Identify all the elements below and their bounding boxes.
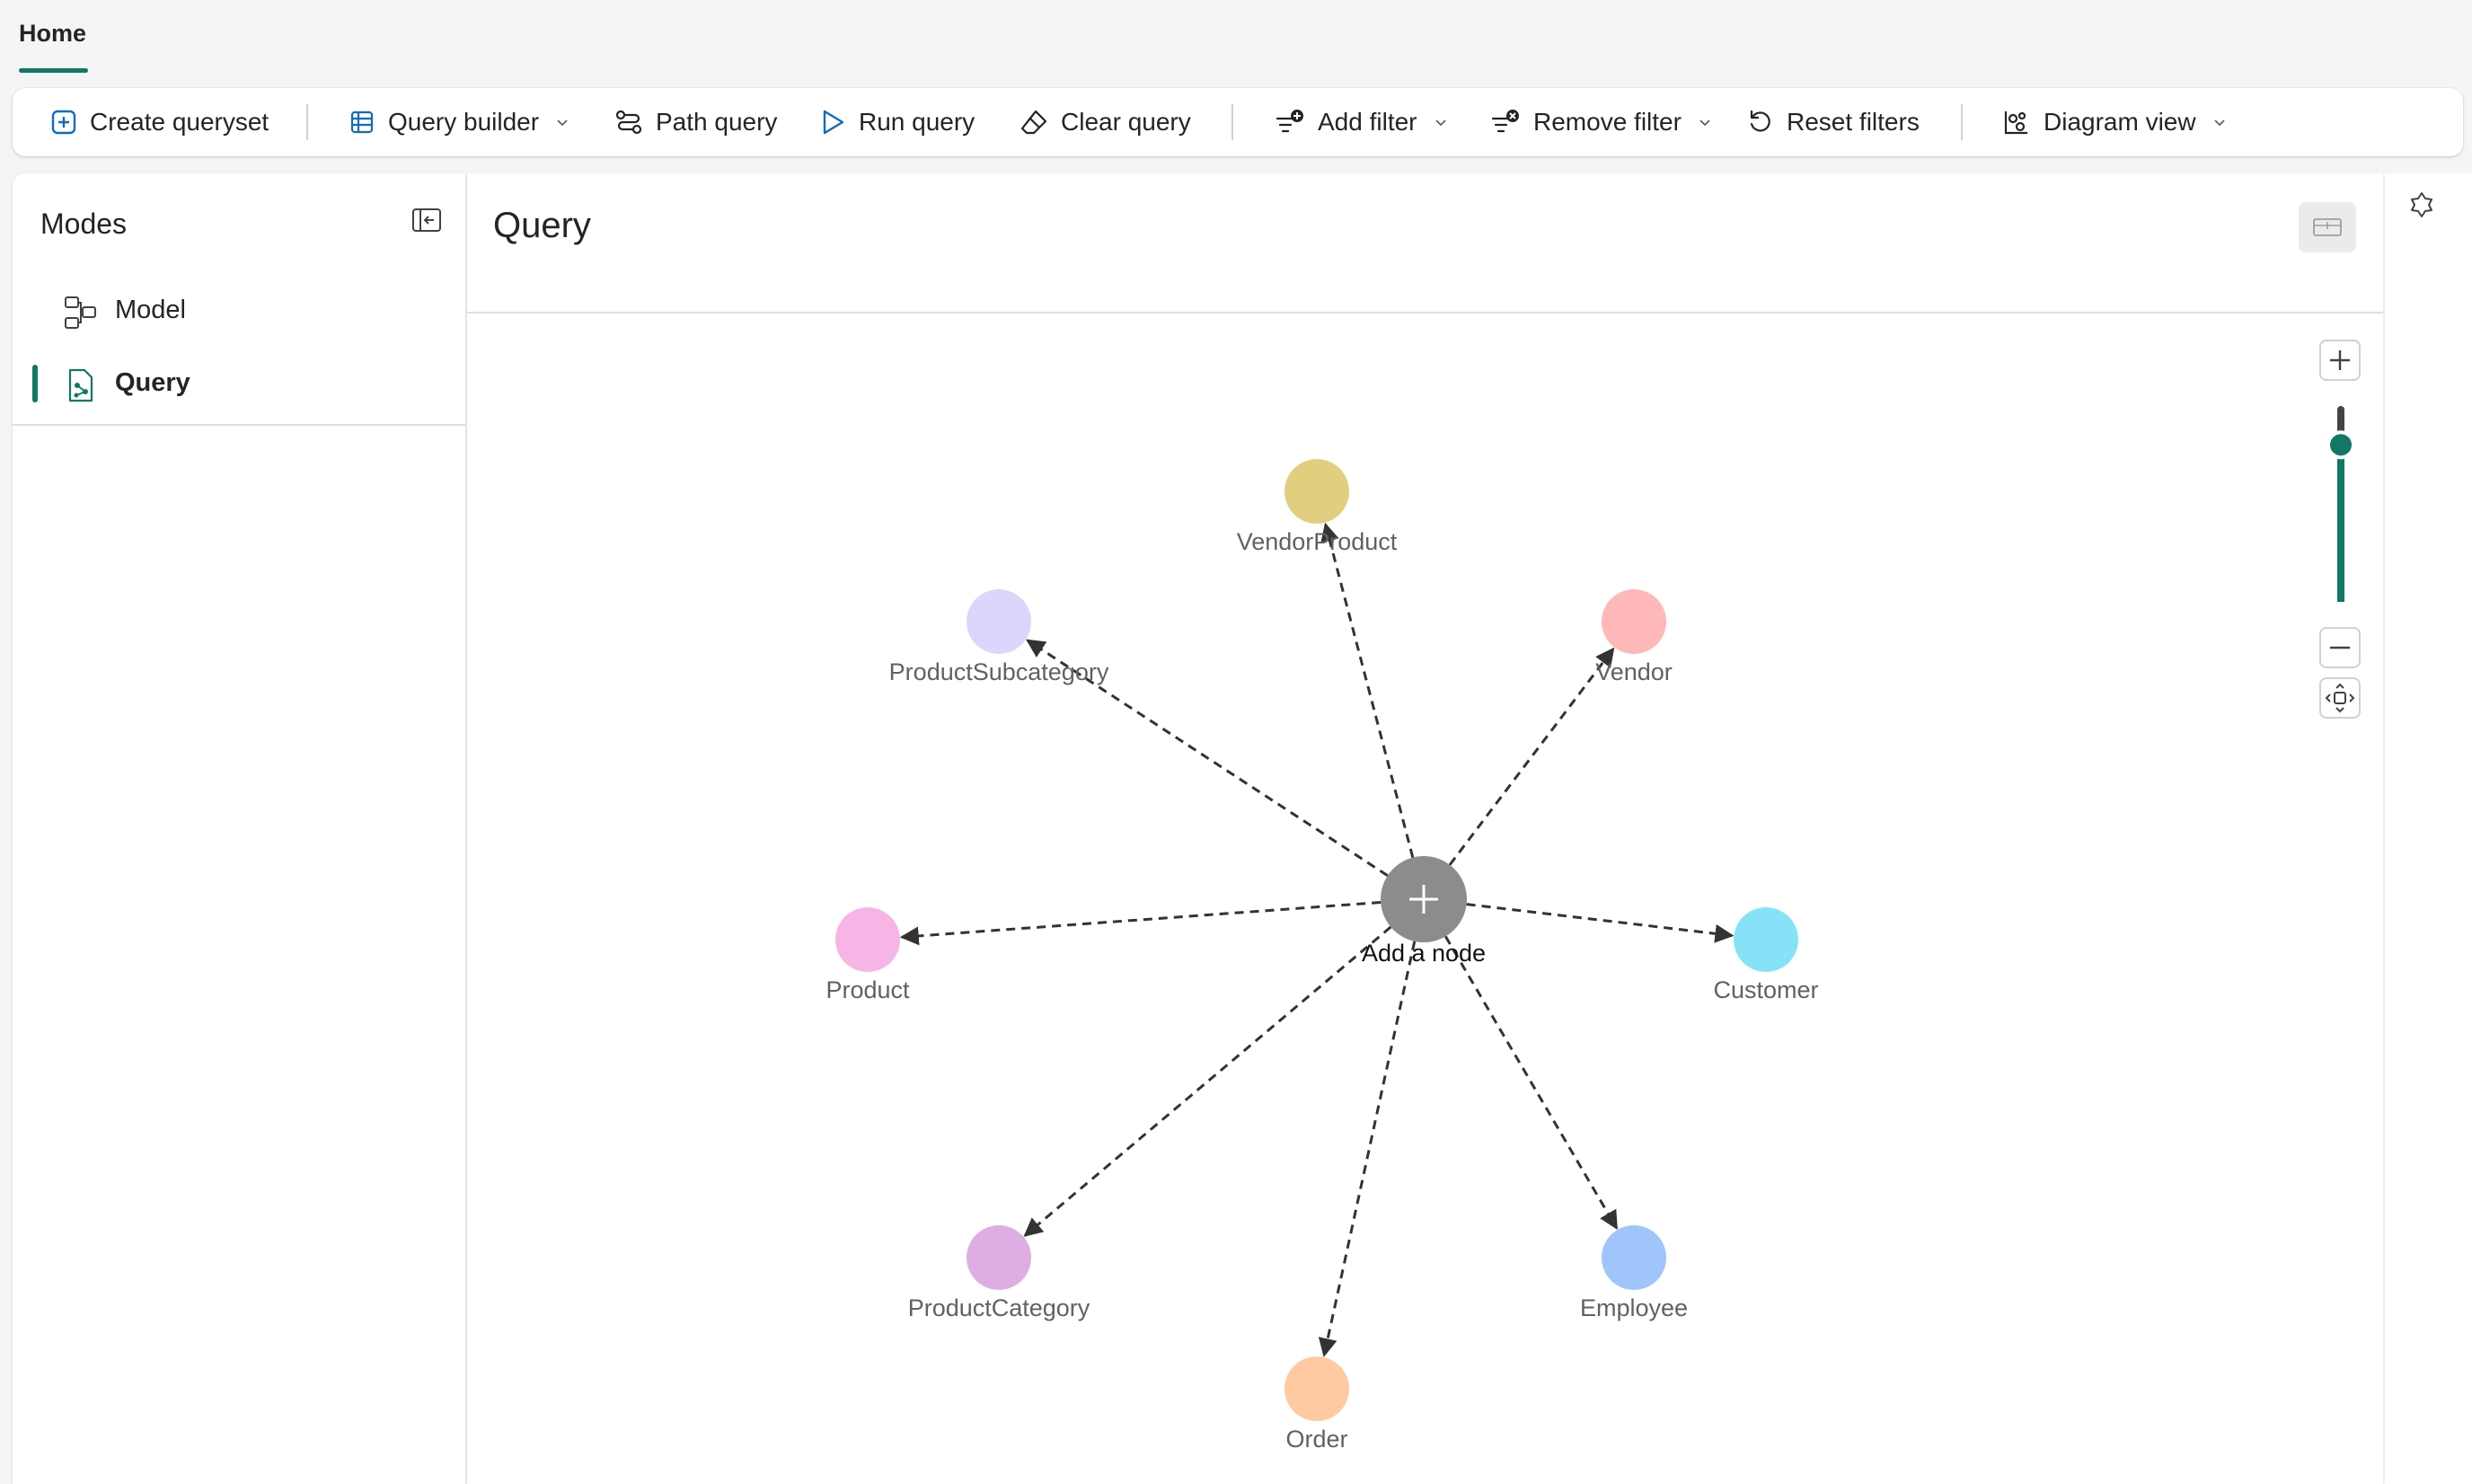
- run-query-button[interactable]: Run query: [819, 88, 975, 156]
- add-square-icon: [51, 110, 76, 135]
- remove-filter-button[interactable]: Remove filter: [1490, 88, 1712, 156]
- mode-item-model[interactable]: Model: [32, 283, 455, 339]
- node-order[interactable]: [1285, 1356, 1349, 1421]
- right-rail: [2385, 173, 2472, 1484]
- edge-to-vendorproduct: [1320, 522, 1415, 858]
- copilot-button[interactable]: [2405, 190, 2439, 228]
- create-queryset-button[interactable]: Create queryset: [50, 88, 269, 156]
- query-graph: VendorProductProductSubcategory VendorPro…: [825, 459, 1819, 1453]
- diagram-icon: [2004, 111, 2027, 135]
- node-label: Order: [1285, 1426, 1347, 1453]
- node-customer[interactable]: [1734, 907, 1798, 972]
- create-queryset-label: Create queryset: [90, 108, 269, 136]
- zoom-slider[interactable]: [2327, 406, 2354, 602]
- diagram-view-button[interactable]: Diagram view: [2002, 88, 2227, 156]
- add-filter-label: Add filter: [1318, 108, 1417, 136]
- table-icon: [350, 110, 374, 134]
- ribbon-separator: [1961, 104, 1963, 140]
- collapse-panel-button[interactable]: [411, 208, 442, 233]
- mode-item-label: Model: [115, 296, 186, 324]
- zoom-slider-thumb[interactable]: [2327, 430, 2354, 460]
- zoom-out-button[interactable]: [2319, 627, 2361, 668]
- divider: [13, 424, 465, 426]
- edge-to-vendor: [1448, 647, 1615, 866]
- query-file-icon: [68, 368, 93, 402]
- ribbon-toolbar: Create queryset Query builder Path query…: [13, 88, 2463, 156]
- edge-to-order: [1318, 941, 1417, 1357]
- zoom-in-button[interactable]: [2319, 340, 2361, 381]
- filter-remove-icon: [1491, 110, 1519, 133]
- edge-to-employee: [1443, 935, 1619, 1231]
- clear-query-label: Clear query: [1061, 108, 1191, 136]
- copilot-icon: [2411, 192, 2432, 217]
- panel-icon: [2313, 218, 2342, 236]
- panel-collapse-icon: [412, 208, 441, 232]
- minus-icon: [2330, 646, 2350, 649]
- query-builder-label: Query builder: [388, 108, 540, 136]
- page-title: Query: [493, 206, 591, 245]
- node-label: ProductCategory: [908, 1294, 1090, 1321]
- diagram-view-label: Diagram view: [2044, 108, 2196, 136]
- node-vendorproduct[interactable]: [1285, 459, 1349, 524]
- remove-filter-label: Remove filter: [1533, 108, 1682, 136]
- node-label: Product: [825, 976, 910, 1003]
- add-filter-button[interactable]: Add filter: [1275, 88, 1448, 156]
- path-query-label: Path query: [656, 108, 778, 136]
- fit-view-icon: [2325, 683, 2355, 713]
- add-node-label: Add a node: [1362, 940, 1486, 967]
- run-query-label: Run query: [859, 108, 976, 136]
- reset-icon: [1750, 110, 1770, 132]
- eraser-icon: [1020, 110, 1047, 135]
- chevron-down-icon: [1435, 119, 1446, 127]
- query-builder-button[interactable]: Query builder: [349, 88, 569, 156]
- path-query-button[interactable]: Path query: [614, 88, 777, 156]
- mode-item-query[interactable]: Query: [32, 356, 455, 411]
- path-icon: [615, 110, 642, 135]
- active-indicator: [32, 365, 38, 402]
- tab-home-indicator: [19, 68, 88, 73]
- tab-bar: Home: [0, 0, 2472, 81]
- node-label: Customer: [1713, 976, 1818, 1003]
- reset-filters-button[interactable]: Reset filters: [1747, 88, 1920, 156]
- model-icon: [65, 296, 96, 329]
- node-employee[interactable]: [1602, 1225, 1666, 1290]
- clear-query-button[interactable]: Clear query: [1020, 88, 1191, 156]
- play-icon: [823, 110, 844, 135]
- chevron-down-icon: [1700, 119, 1710, 127]
- chevron-down-icon: [557, 119, 568, 127]
- edge-to-customer: [1466, 903, 1735, 943]
- results-panel-toggle-button[interactable]: [2299, 202, 2356, 252]
- node-product[interactable]: [835, 907, 900, 972]
- node-label: Vendor: [1595, 658, 1673, 685]
- ribbon-separator: [306, 104, 308, 140]
- edge-to-product: [899, 900, 1382, 946]
- node-label: ProductSubcategory: [889, 658, 1109, 685]
- modes-panel: Modes Model Query: [13, 173, 465, 1484]
- node-vendor[interactable]: [1602, 589, 1666, 654]
- ribbon-separator: [1232, 104, 1233, 140]
- edge-to-productcategory: [1023, 925, 1392, 1237]
- modes-title: Modes: [40, 208, 128, 240]
- node-productcategory[interactable]: [967, 1225, 1031, 1290]
- header-divider: [467, 312, 2383, 314]
- chevron-down-icon: [2213, 119, 2225, 127]
- fit-to-view-button[interactable]: [2319, 677, 2361, 719]
- node-label: Employee: [1580, 1294, 1688, 1321]
- filter-add-icon: [1276, 110, 1303, 133]
- plus-icon: [2330, 350, 2350, 370]
- reset-filters-label: Reset filters: [1787, 108, 1920, 136]
- node-productsubcategory[interactable]: [967, 589, 1031, 654]
- mode-item-label: Query: [115, 368, 190, 397]
- tab-home[interactable]: Home: [19, 20, 86, 48]
- node-label: VendorProduct: [1237, 528, 1398, 555]
